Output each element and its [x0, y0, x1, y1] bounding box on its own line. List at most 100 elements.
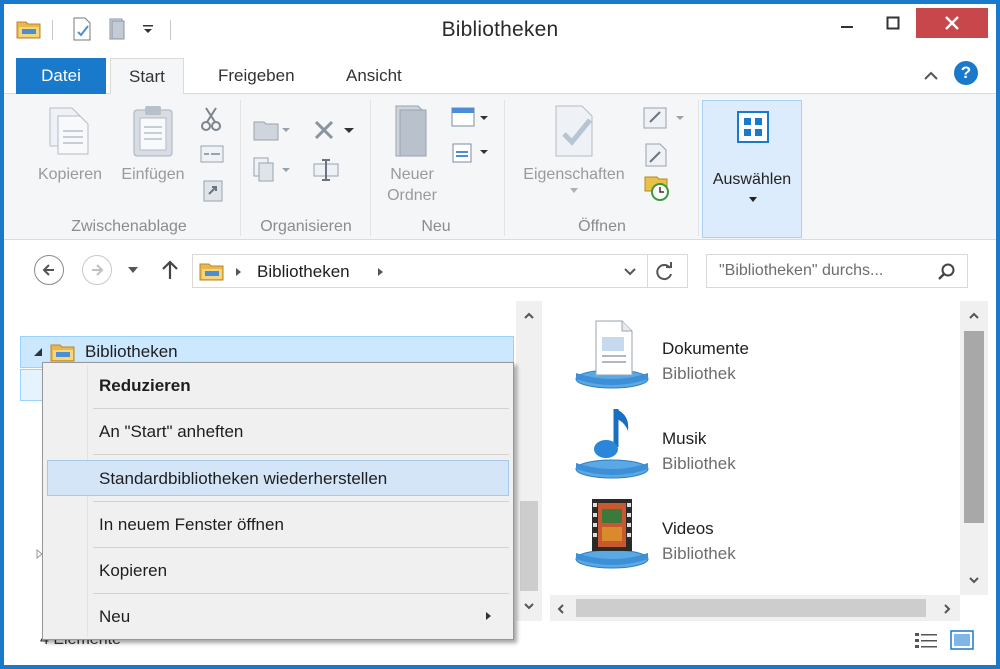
- menu-item-in-neuem-fenster-oeffnen[interactable]: In neuem Fenster öffnen: [47, 506, 509, 542]
- chevron-down-icon: [749, 197, 757, 202]
- new-folder-icon[interactable]: [390, 102, 434, 160]
- search-icon[interactable]: [937, 262, 957, 282]
- scroll-right-icon[interactable]: [942, 603, 952, 615]
- submenu-arrow-icon: [486, 612, 491, 620]
- auswaehlen-button[interactable]: Auswählen: [702, 100, 802, 238]
- library-item-videos[interactable]: Videos Bibliothek: [572, 489, 952, 575]
- menu-separator: [93, 454, 509, 455]
- maximize-button[interactable]: [870, 8, 916, 38]
- tab-freigeben[interactable]: Freigeben: [200, 58, 313, 94]
- einfuegen-button-label[interactable]: Einfügen: [112, 164, 194, 185]
- cut-icon[interactable]: [200, 106, 222, 132]
- menu-item-kopieren[interactable]: Kopieren: [47, 552, 509, 588]
- menu-item-reduzieren[interactable]: Reduzieren: [47, 367, 509, 403]
- menu-item-label: Reduzieren: [99, 376, 191, 395]
- tab-ansicht[interactable]: Ansicht: [328, 58, 420, 94]
- forward-button[interactable]: [82, 255, 112, 285]
- close-icon: [945, 16, 959, 30]
- menu-item-neu[interactable]: Neu: [47, 598, 509, 634]
- search-placeholder: "Bibliotheken" durchs...: [719, 262, 884, 279]
- copy-icon[interactable]: [46, 104, 92, 158]
- music-library-icon: [575, 409, 649, 479]
- new-item-icon[interactable]: [450, 106, 490, 130]
- paste-icon[interactable]: [130, 104, 176, 158]
- breadcrumb-bibliotheken[interactable]: Bibliotheken: [257, 262, 350, 282]
- libraries-icon: [199, 263, 224, 281]
- group-label-organisieren: Organisieren: [260, 218, 352, 235]
- scrollbar-thumb[interactable]: [964, 331, 984, 523]
- scrollbar-thumb[interactable]: [576, 599, 926, 617]
- large-icons-view-icon[interactable]: [950, 629, 974, 651]
- chevron-up-icon[interactable]: [922, 68, 940, 84]
- new-folder-button-label[interactable]: Neuer Ordner: [376, 164, 448, 206]
- delete-icon[interactable]: [312, 118, 358, 142]
- group-label-zwischenablage: Zwischenablage: [71, 218, 187, 235]
- title-bar: Bibliotheken: [4, 4, 996, 56]
- minimize-button[interactable]: [824, 8, 870, 38]
- content-horizontal-scrollbar[interactable]: [550, 595, 960, 621]
- scroll-down-icon[interactable]: [968, 575, 980, 585]
- rename-icon[interactable]: [312, 158, 342, 182]
- menu-item-label: An "Start" anheften: [99, 422, 244, 441]
- scrollbar-thumb[interactable]: [520, 501, 538, 591]
- tree-expand-icon[interactable]: [33, 347, 43, 357]
- eigenschaften-button-label[interactable]: Eigenschaften: [512, 164, 636, 185]
- new-folder-label-line2: Ordner: [387, 187, 437, 204]
- copy-to-icon[interactable]: [252, 156, 292, 184]
- navigation-bar: Bibliotheken "Bibliotheken" durchs...: [4, 241, 996, 301]
- open-icon[interactable]: [642, 106, 686, 130]
- library-name: Musik: [662, 429, 707, 448]
- documents-library-icon: [575, 320, 649, 389]
- scroll-down-icon[interactable]: [523, 601, 535, 611]
- paste-shortcut-icon[interactable]: [202, 178, 224, 202]
- help-button[interactable]: ?: [954, 61, 978, 85]
- move-to-icon[interactable]: [252, 118, 292, 142]
- menu-item-label: In neuem Fenster öffnen: [99, 515, 284, 534]
- menu-item-standardbibliotheken-wiederherstellen[interactable]: Standardbibliotheken wiederherstellen: [47, 460, 509, 496]
- ribbon-panel: Kopieren Einfügen Zwischenablage Organis…: [4, 94, 996, 240]
- library-type: Bibliothek: [662, 454, 736, 473]
- copy-path-icon[interactable]: [200, 144, 224, 164]
- tree-item-label: Bibliotheken: [85, 342, 178, 361]
- tab-start[interactable]: Start: [110, 58, 184, 95]
- explorer-window: Bibliotheken Datei Start Freigeben Ansic…: [0, 0, 1000, 669]
- chevron-down-icon[interactable]: [568, 186, 580, 196]
- group-label-oeffnen: Öffnen: [578, 218, 626, 235]
- refresh-icon[interactable]: [655, 262, 675, 282]
- address-bar[interactable]: Bibliotheken: [192, 254, 688, 288]
- new-folder-label-line1: Neuer: [390, 166, 434, 183]
- up-arrow-icon[interactable]: [160, 259, 180, 281]
- menu-separator: [93, 547, 509, 548]
- scroll-left-icon[interactable]: [556, 603, 566, 615]
- easy-access-icon[interactable]: [450, 140, 490, 166]
- tab-datei[interactable]: Datei: [16, 58, 106, 94]
- properties-icon[interactable]: [552, 104, 600, 158]
- close-button[interactable]: [916, 8, 988, 38]
- group-separator: [370, 100, 371, 236]
- menu-separator: [93, 408, 509, 409]
- group-separator: [698, 100, 699, 236]
- breadcrumb-chevron-icon[interactable]: [235, 267, 243, 277]
- scroll-up-icon[interactable]: [968, 311, 980, 321]
- edit-icon[interactable]: [644, 142, 668, 168]
- content-vertical-scrollbar[interactable]: [960, 301, 988, 595]
- library-name: Videos: [662, 519, 714, 538]
- address-history-icon[interactable]: [623, 267, 637, 277]
- kopieren-button-label[interactable]: Kopieren: [30, 164, 110, 185]
- arrow-left-icon: [42, 264, 54, 276]
- videos-library-icon: [575, 499, 649, 569]
- navigation-pane-scrollbar[interactable]: [516, 301, 542, 621]
- history-icon[interactable]: [642, 174, 670, 202]
- library-item-dokumente[interactable]: Dokumente Bibliothek: [572, 309, 952, 395]
- back-button[interactable]: [34, 255, 64, 285]
- details-view-icon[interactable]: [914, 631, 938, 651]
- scroll-up-icon[interactable]: [523, 311, 535, 321]
- library-item-musik[interactable]: Musik Bibliothek: [572, 399, 952, 485]
- menu-item-label: Neu: [99, 607, 131, 626]
- recent-locations-icon[interactable]: [126, 265, 140, 275]
- breadcrumb-chevron-icon[interactable]: [377, 267, 385, 277]
- search-input[interactable]: "Bibliotheken" durchs...: [706, 254, 968, 288]
- menu-item-label: Kopieren: [99, 561, 168, 580]
- libraries-icon: [50, 344, 75, 362]
- menu-item-an-start-anheften[interactable]: An "Start" anheften: [47, 413, 509, 449]
